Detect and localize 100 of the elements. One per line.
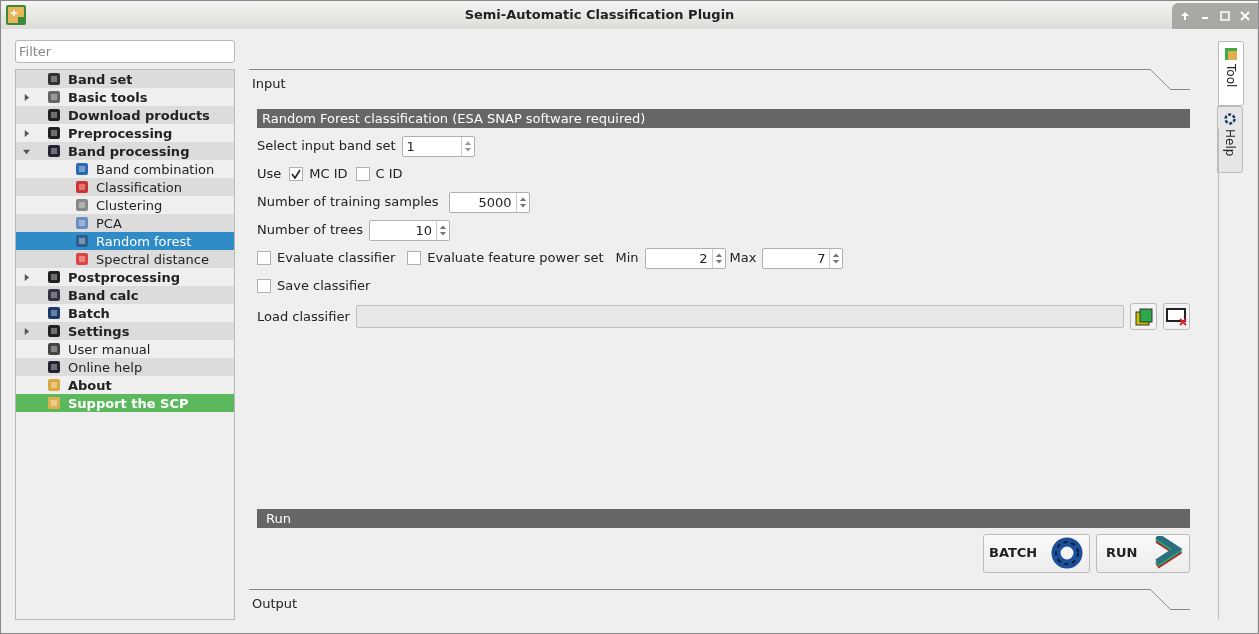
checkbox[interactable] <box>407 251 422 265</box>
tree-item-label: Download products <box>68 108 210 122</box>
tree-item[interactable]: Download products <box>16 106 234 124</box>
spin-box[interactable]: 7 <box>762 247 844 269</box>
field-label: Select input band set <box>257 137 396 156</box>
tool-icon <box>74 197 90 213</box>
tool-icon <box>46 323 62 339</box>
field-label: Load classifier <box>257 307 350 326</box>
checkbox[interactable] <box>257 251 271 265</box>
logo-icon <box>5 4 27 26</box>
classifier-path-field[interactable] <box>355 305 1124 328</box>
spin-box[interactable]: 10 <box>368 219 450 241</box>
window-title: Semi-Automatic Classification Plugin <box>463 6 736 25</box>
checkbox[interactable] <box>355 167 370 181</box>
tool-title-bar: Random Forest classification (ESA SNAP software required) <box>257 108 1190 128</box>
tree-item[interactable]: Band set <box>16 70 234 88</box>
field-label: Min <box>615 249 639 268</box>
action-button[interactable]: BATCH <box>983 533 1090 573</box>
close-icon[interactable] <box>1240 11 1250 21</box>
checkbox-label: C ID <box>375 165 403 184</box>
tree-item-label: Batch <box>68 306 110 320</box>
checkbox-label: Evaluate feature power set <box>427 249 604 268</box>
filter-field[interactable]: Filter <box>15 40 235 63</box>
checkbox-label: MC ID <box>309 165 348 184</box>
spin-arrows-icon[interactable] <box>435 220 449 240</box>
tree-item-label: Basic tools <box>68 90 148 104</box>
spin-box[interactable]: 1 <box>401 135 475 157</box>
expand-arrow-icon[interactable] <box>22 93 30 101</box>
tool-icon <box>46 377 62 393</box>
tree-item[interactable]: Band calc <box>16 286 234 304</box>
spin-box[interactable]: 2 <box>644 247 726 269</box>
spin-arrows-icon[interactable] <box>711 248 725 268</box>
tree-item-label: Postprocessing <box>68 270 181 284</box>
screen-remove-icon <box>1165 306 1188 327</box>
spin-box[interactable]: 5000 <box>448 191 530 213</box>
tool-icon <box>46 341 62 357</box>
field-label: Use <box>257 165 282 184</box>
folder-icon <box>1133 306 1154 327</box>
action-button[interactable]: RUN <box>1096 533 1190 573</box>
tool-icon <box>46 269 62 285</box>
tree-item-label: Preprocessing <box>68 126 173 140</box>
field-label: Number of trees <box>257 221 363 240</box>
tree-item[interactable]: Band processing <box>16 142 234 160</box>
expand-arrow-icon[interactable] <box>22 327 30 335</box>
tool-icon <box>74 233 90 249</box>
tree-item[interactable]: Online help <box>16 358 234 376</box>
spin-arrows-icon[interactable] <box>515 192 529 212</box>
tool-icon <box>74 179 90 195</box>
maximize-icon[interactable] <box>1220 11 1230 21</box>
collapse-arrow-icon[interactable] <box>22 147 30 155</box>
tree-item-label: PCA <box>96 216 122 230</box>
tree-item-label: About <box>68 378 112 392</box>
tool-icon <box>46 287 62 303</box>
tool-icon <box>74 215 90 231</box>
tree-item-label: Online help <box>68 360 143 374</box>
tree-item-label: Clustering <box>96 198 163 212</box>
tree-item-label: Band combination <box>96 162 215 176</box>
tree-item-label: Support the SCP <box>68 396 189 410</box>
tool-icon <box>46 71 62 87</box>
field-label: Number of training samples <box>257 193 439 212</box>
section-title[interactable]: Input <box>252 74 286 94</box>
pin-arrow-icon[interactable] <box>1180 11 1190 21</box>
spin-arrows-icon[interactable] <box>460 136 474 156</box>
ring-icon <box>1051 537 1083 569</box>
tree-item-label: Band set <box>68 72 133 86</box>
tree-item-label: Spectral distance <box>96 252 209 266</box>
checkbox[interactable] <box>289 167 304 181</box>
checkbox-label: Evaluate classifier <box>277 249 396 268</box>
expand-arrow-icon[interactable] <box>22 129 30 137</box>
tree-item[interactable]: Spectral distance <box>16 250 234 268</box>
checkbox-label: Save classifier <box>277 277 371 296</box>
tool-icon <box>46 395 62 411</box>
tree-item[interactable]: PCA <box>16 214 234 232</box>
open-file-button[interactable] <box>1130 303 1157 330</box>
chevron-icon <box>1155 536 1183 570</box>
tool-icon <box>46 89 62 105</box>
tool-icon <box>46 359 62 375</box>
expand-arrow-icon[interactable] <box>22 273 30 281</box>
tree-item-label: Classification <box>96 180 183 194</box>
tool-icon <box>74 161 90 177</box>
tree-item[interactable]: Settings <box>16 322 234 340</box>
tree-item-label: Settings <box>68 324 130 338</box>
tool-icon <box>74 251 90 267</box>
lifebuoy-icon <box>1224 113 1236 125</box>
tool-icon <box>46 305 62 321</box>
field-label: Max <box>729 249 757 268</box>
side-tab[interactable]: Help <box>1217 106 1243 173</box>
tree-item[interactable]: Classification <box>16 178 234 196</box>
run-title-bar: Run <box>257 508 1190 528</box>
tree-item[interactable]: Random forest <box>16 232 234 250</box>
section-title[interactable]: Output <box>252 593 298 613</box>
tree-item-label: Band processing <box>68 144 190 158</box>
tree-item-label: Random forest <box>96 234 192 248</box>
tree-item-label: User manual <box>68 342 151 356</box>
checkbox[interactable] <box>257 279 271 293</box>
reset-button[interactable] <box>1163 303 1190 330</box>
side-tab-label: Tool <box>1225 64 1237 88</box>
tool-icon <box>46 107 62 123</box>
side-tab[interactable]: Tool <box>1218 41 1244 106</box>
checkmark-icon <box>291 169 302 179</box>
